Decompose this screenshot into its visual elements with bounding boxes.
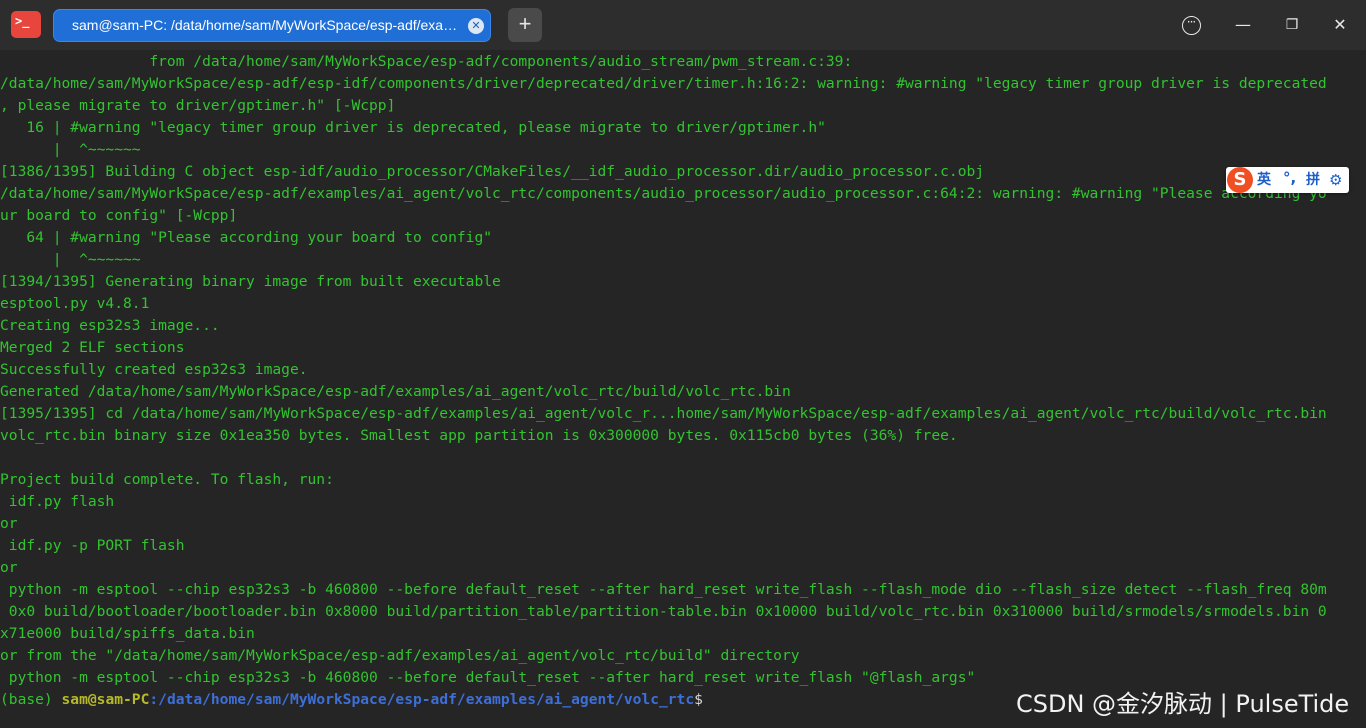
ime-pinyin-button[interactable]: 拼 — [1306, 167, 1320, 193]
terminal-line: /data/home/sam/MyWorkSpace/esp-adf/esp-i… — [0, 75, 1327, 92]
terminal-line: x71e000 build/spiffs_data.bin — [0, 625, 255, 642]
terminal-line: [1395/1395] cd /data/home/sam/MyWorkSpac… — [0, 405, 1327, 422]
terminal-line: 16 | #warning "legacy timer group driver… — [0, 119, 826, 136]
terminal-line: Creating esp32s3 image... — [0, 317, 220, 334]
terminal-line: | ^~~~~~~ — [0, 141, 141, 158]
prompt-user-host: sam@sam-PC — [61, 691, 150, 708]
shell-prompt[interactable]: (base) sam@sam-PC:/data/home/sam/MyWorkS… — [0, 689, 703, 711]
terminal-line: | ^~~~~~~ — [0, 251, 141, 268]
terminal-line: idf.py flash — [0, 493, 115, 510]
terminal-icon[interactable]: >_ — [11, 11, 41, 38]
tab-title: sam@sam-PC: /data/home/sam/MyWorkSpace/e… — [72, 17, 458, 33]
terminal-line: 64 | #warning "Please according your boa… — [0, 229, 493, 246]
sogou-logo-icon[interactable]: S — [1227, 167, 1253, 193]
terminal-line: 0x0 build/bootloader/bootloader.bin 0x80… — [0, 603, 1327, 620]
title-bar: >_ sam@sam-PC: /data/home/sam/MyWorkSpac… — [0, 0, 1366, 50]
terminal-line: /data/home/sam/MyWorkSpace/esp-adf/examp… — [0, 185, 1327, 202]
terminal-line: volc_rtc.bin binary size 0x1ea350 bytes.… — [0, 427, 958, 444]
terminal-line: Merged 2 ELF sections — [0, 339, 185, 356]
terminal-line: ur board to config" [-Wcpp] — [0, 207, 238, 224]
prompt-path: :/data/home/sam/MyWorkSpace/esp-adf/exam… — [149, 691, 695, 708]
watermark: CSDN @金汐脉动 | PulseTide — [1016, 690, 1350, 718]
terminal-line: python -m esptool --chip esp32s3 -b 4608… — [0, 669, 976, 686]
terminal-output[interactable]: from /data/home/sam/MyWorkSpace/esp-adf/… — [0, 50, 1366, 728]
new-tab-button[interactable]: + — [508, 8, 542, 42]
close-window-button[interactable]: ✕ — [1323, 9, 1357, 41]
terminal-line: Successfully created esp32s3 image. — [0, 361, 308, 378]
ime-punctuation-toggle[interactable]: °, — [1283, 167, 1296, 189]
terminal-line: idf.py -p PORT flash — [0, 537, 185, 554]
terminal-line: [1394/1395] Generating binary image from… — [0, 273, 501, 290]
gear-icon[interactable]: ⚙ — [1329, 167, 1342, 193]
terminal-line: from /data/home/sam/MyWorkSpace/esp-adf/… — [0, 53, 853, 70]
terminal-line: or — [0, 515, 18, 532]
more-options-button[interactable]: ··· — [1174, 9, 1208, 41]
more-icon: ··· — [1181, 16, 1201, 35]
terminal-line: python -m esptool --chip esp32s3 -b 4608… — [0, 581, 1327, 598]
close-icon[interactable]: ✕ — [468, 18, 484, 34]
minimize-button[interactable]: — — [1226, 9, 1260, 41]
terminal-line: Project build complete. To flash, run: — [0, 471, 334, 488]
terminal-line: [1386/1395] Building C object esp-idf/au… — [0, 163, 985, 180]
terminal-line: , please migrate to driver/gptimer.h" [-… — [0, 97, 396, 114]
prompt-env: (base) — [0, 691, 62, 708]
maximize-button[interactable]: ❐ — [1275, 9, 1309, 41]
prompt-symbol: $ — [694, 691, 703, 708]
terminal-line: or from the "/data/home/sam/MyWorkSpace/… — [0, 647, 800, 664]
terminal-line: esptool.py v4.8.1 — [0, 295, 150, 312]
ime-toolbar[interactable]: S 英 °, 拼 ⚙ — [1226, 167, 1349, 193]
terminal-line: or — [0, 559, 18, 576]
tab-terminal-session[interactable]: sam@sam-PC: /data/home/sam/MyWorkSpace/e… — [53, 9, 491, 42]
terminal-line: Generated /data/home/sam/MyWorkSpace/esp… — [0, 383, 791, 400]
ime-language-toggle[interactable]: 英 — [1257, 167, 1271, 193]
